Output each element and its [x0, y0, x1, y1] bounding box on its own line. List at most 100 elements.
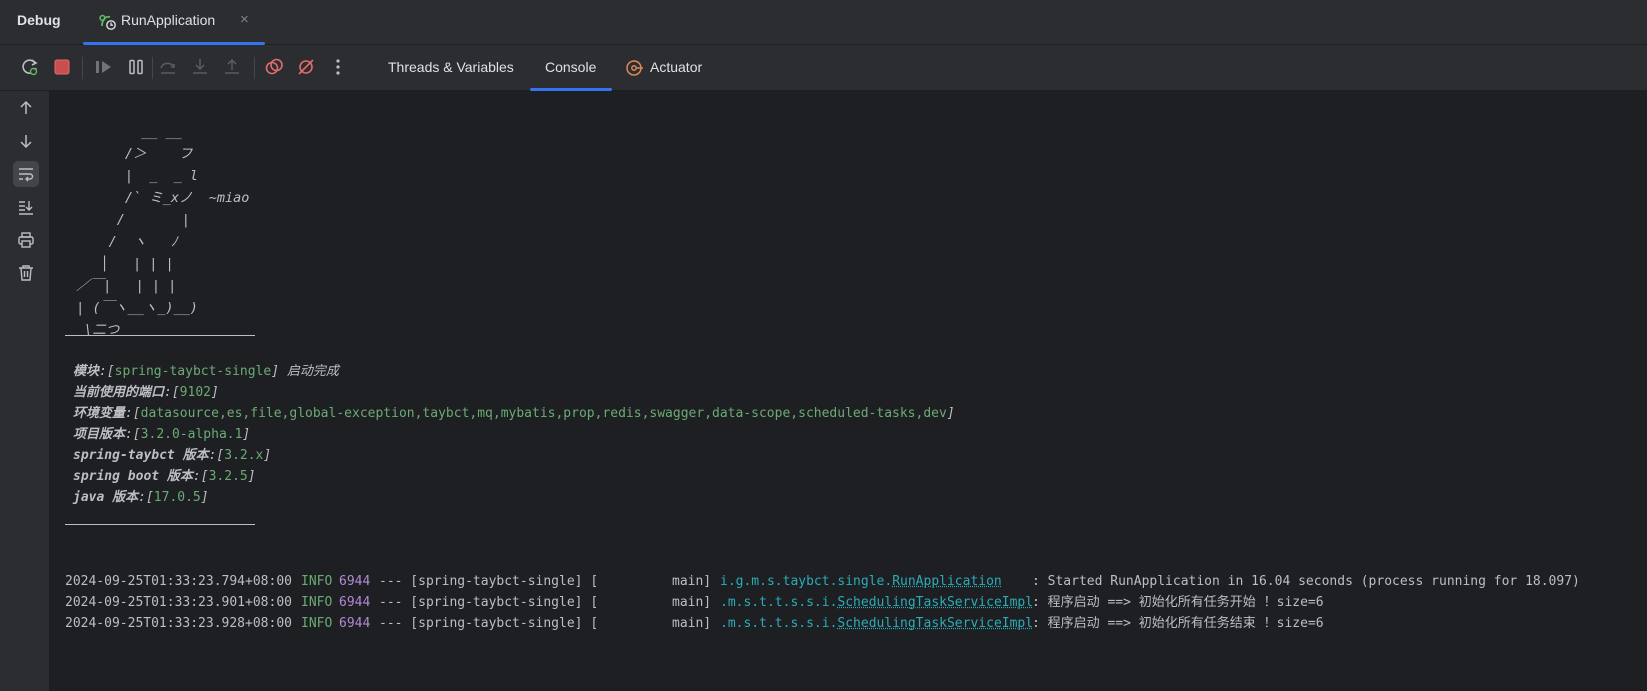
divider-line — [65, 524, 255, 525]
log-timestamp: 2024-09-25T01:33:23.928+08:00 — [65, 616, 292, 631]
startup-info-line: java 版本:[17.0.5] — [73, 487, 209, 509]
step-into-button[interactable] — [190, 57, 210, 77]
scroll-to-end-icon — [19, 201, 33, 215]
info-separator: :[ — [138, 490, 154, 505]
info-separator: :[ — [99, 364, 115, 379]
startup-info-line: 环境变量:[datasource,es,file,global-exceptio… — [73, 403, 955, 425]
info-key: 项目版本 — [73, 427, 126, 442]
log-pid: 6944 — [339, 574, 371, 589]
log-level: INFO — [301, 595, 333, 610]
up-arrow-icon — [20, 100, 32, 114]
pause-icon — [129, 59, 143, 75]
step-out-icon — [225, 58, 239, 74]
tab-label: Actuator — [650, 59, 703, 75]
log-thread: main] — [672, 616, 712, 631]
startup-info-line: 模块:[spring-taybct-single] 启动完成 — [73, 361, 339, 383]
run-config-icon — [98, 12, 118, 35]
log-message: : 程序启动 ==> 初始化所有任务结束 ！size=6 — [1032, 616, 1324, 631]
stop-button[interactable] — [52, 57, 72, 77]
toolbar-separator — [254, 57, 255, 79]
startup-info-line: 项目版本:[3.2.0-alpha.1] — [73, 424, 250, 446]
info-value: 9102 — [179, 385, 211, 400]
resume-button[interactable] — [94, 57, 114, 77]
mute-breakpoints-icon — [298, 59, 314, 75]
log-line: 2024-09-25T01:33:23.901+08:00 INFO 6944 ---… — [65, 592, 1645, 614]
log-logger-package: .m.s.t.t.s.s.i.SchedulingTaskServiceImpl — [720, 616, 1034, 631]
log-timestamp: 2024-09-25T01:33:23.794+08:00 — [65, 574, 292, 589]
logger-class-link[interactable]: RunApplication — [892, 574, 1002, 589]
actuator-icon — [624, 58, 644, 81]
tab-label: RunApplication — [121, 12, 216, 28]
down-arrow-button[interactable] — [13, 128, 39, 154]
info-value: 17.0.5 — [153, 490, 201, 505]
tab-console[interactable]: Console — [530, 45, 612, 91]
tab-run-application[interactable]: RunApplication × — [83, 0, 265, 45]
print-button[interactable] — [13, 227, 39, 253]
log-app-name: --- [spring-taybct-single] [ — [379, 616, 599, 631]
startup-info-line: spring boot 版本:[3.2.5] — [73, 466, 256, 488]
view-breakpoints-button[interactable] — [264, 57, 284, 77]
step-into-icon — [193, 59, 207, 74]
log-pid: 6944 — [339, 595, 371, 610]
step-over-button[interactable] — [158, 57, 178, 77]
log-app-name: --- [spring-taybct-single] [ — [379, 595, 599, 610]
console-side-toolbar — [0, 91, 50, 691]
soft-wrap-button[interactable] — [13, 161, 39, 187]
scroll-to-end-button[interactable] — [13, 194, 39, 220]
info-suffix: ] — [242, 427, 251, 442]
log-logger-package: .m.s.t.t.s.s.i.SchedulingTaskServiceImpl — [720, 595, 1034, 610]
view-breakpoints-icon — [265, 58, 283, 75]
info-key: spring-taybct 版本 — [73, 448, 209, 463]
log-message: : Started RunApplication in 16.04 second… — [1032, 574, 1580, 589]
clear-all-icon — [19, 265, 33, 281]
info-separator: :[ — [125, 427, 141, 442]
tool-window-header: Debug RunApplication × — [0, 0, 1647, 45]
rerun-icon — [22, 59, 38, 76]
info-value: 3.2.x — [224, 448, 264, 463]
more-button[interactable] — [328, 57, 348, 77]
info-value: datasource,es,file,global-exception,tayb… — [140, 406, 947, 421]
log-line: 2024-09-25T01:33:23.794+08:00 INFO 6944 ---… — [65, 571, 1645, 593]
info-separator: :[ — [208, 448, 225, 463]
clear-all-button[interactable] — [13, 260, 39, 286]
close-tab-icon[interactable]: × — [240, 11, 249, 28]
info-key: 环境变量 — [73, 406, 126, 421]
info-key: 当前使用的端口 — [73, 385, 165, 400]
console-output[interactable]: __ __ /＞ フ | _ _ l /` ミ_xノ ~miao / | / ヽ… — [50, 91, 1647, 691]
down-arrow-icon — [20, 135, 32, 149]
toolbar-separator — [152, 57, 153, 79]
log-thread: main] — [672, 595, 712, 610]
up-arrow-button[interactable] — [13, 95, 39, 121]
pause-button[interactable] — [126, 57, 146, 77]
more-vertical-icon — [336, 59, 340, 75]
log-level: INFO — [301, 574, 333, 589]
log-pid: 6944 — [339, 616, 371, 631]
tab-label: Console — [545, 59, 597, 75]
info-suffix: ] — [946, 406, 955, 421]
mute-breakpoints-button[interactable] — [296, 57, 316, 77]
logger-class-link[interactable]: SchedulingTaskServiceImpl — [837, 616, 1033, 631]
info-separator: :[ — [164, 385, 180, 400]
step-out-button[interactable] — [222, 57, 242, 77]
rerun-button[interactable] — [20, 57, 40, 77]
step-over-icon — [160, 62, 175, 74]
info-suffix: ] — [263, 448, 272, 463]
info-value: spring-taybct-single — [114, 364, 272, 379]
soft-wrap-icon — [19, 168, 34, 182]
log-line: 2024-09-25T01:33:23.928+08:00 INFO 6944 ---… — [65, 613, 1645, 635]
info-suffix: ] — [210, 385, 219, 400]
info-suffix: ] — [247, 469, 256, 484]
tab-threads-variables[interactable]: Threads & Variables — [378, 45, 528, 91]
logger-class-link[interactable]: SchedulingTaskServiceImpl — [837, 595, 1033, 610]
startup-info-line: 当前使用的端口:[9102] — [73, 382, 219, 404]
log-timestamp: 2024-09-25T01:33:23.901+08:00 — [65, 595, 292, 610]
tab-actuator[interactable]: Actuator — [616, 45, 726, 91]
log-app-name: --- [spring-taybct-single] [ — [379, 574, 599, 589]
info-key: spring boot 版本 — [73, 469, 193, 484]
info-separator: :[ — [192, 469, 209, 484]
resume-icon — [96, 61, 111, 73]
startup-info-line: spring-taybct 版本:[3.2.x] — [73, 445, 271, 467]
tool-window-title: Debug — [17, 12, 61, 28]
info-value: 3.2.5 — [208, 469, 248, 484]
info-key: java 版本 — [73, 490, 139, 505]
